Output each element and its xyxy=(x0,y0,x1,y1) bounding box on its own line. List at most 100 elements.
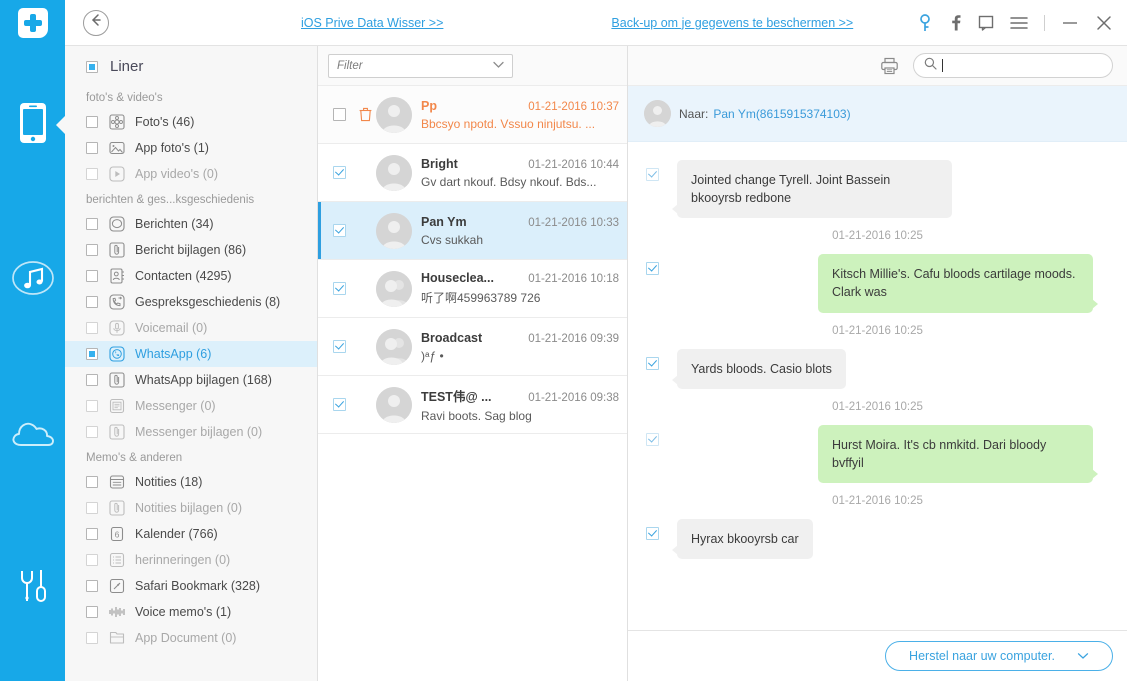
sidebar-item-voice-memos[interactable]: Voice memo's (1) xyxy=(65,599,317,625)
backup-link[interactable]: Back-up om je gegevens te beschermen >> xyxy=(611,16,853,30)
select-all-checkbox[interactable] xyxy=(86,60,98,73)
contact-name: Bright xyxy=(421,156,458,171)
bubble-checkbox[interactable] xyxy=(646,526,659,540)
chevron-down-icon[interactable] xyxy=(1077,649,1089,663)
bubble-checkbox[interactable] xyxy=(646,356,659,370)
chat-bubble-row[interactable]: Kitsch Millie's. Cafu bloods cartilage m… xyxy=(628,248,1127,313)
row-checkbox[interactable] xyxy=(332,340,346,353)
table-row[interactable]: Pp 01-21-2016 10:37 Bbcsyo npotd. Vssuo … xyxy=(318,86,627,144)
sidebar-item-whatsapp-bijlagen[interactable]: WhatsApp bijlagen (168) xyxy=(65,367,317,393)
row-checkbox[interactable] xyxy=(332,282,346,295)
back-button[interactable] xyxy=(83,9,109,36)
app-video-icon xyxy=(108,166,125,183)
row-checkbox[interactable] xyxy=(332,398,346,411)
sidebar-item-app-videos[interactable]: App video's (0) xyxy=(65,161,317,187)
menu-icon[interactable] xyxy=(1010,16,1028,30)
chat-footer: Herstel naar uw computer. xyxy=(628,630,1127,681)
trash-icon[interactable] xyxy=(354,107,376,122)
message-preview: )ᵃƒ • xyxy=(421,348,444,363)
chat-bubble-row[interactable]: Hyrax bkooyrsb car xyxy=(628,513,1127,559)
sidebar-checkbox[interactable] xyxy=(86,426,98,438)
sidebar-item-app-document[interactable]: App Document (0) xyxy=(65,625,317,651)
sidebar-item-label: Messenger bijlagen (0) xyxy=(135,425,263,439)
bubble-checkbox[interactable] xyxy=(646,432,659,446)
sidebar-item-label: Kalender (766) xyxy=(135,527,218,541)
sidebar-checkbox[interactable] xyxy=(86,528,98,540)
table-row[interactable]: Broadcast 01-21-2016 09:39 )ᵃƒ • xyxy=(318,318,627,376)
sidebar-checkbox[interactable] xyxy=(86,244,98,256)
sidebar-checkbox[interactable] xyxy=(86,142,98,154)
row-checkbox[interactable] xyxy=(332,108,346,121)
safari-bookmark-icon xyxy=(108,578,125,595)
key-icon[interactable] xyxy=(917,13,933,32)
sidebar-checkbox[interactable] xyxy=(86,348,98,360)
message-preview: Bbcsyo npotd. Vssuo ninjutsu. ... xyxy=(421,116,596,131)
sidebar-checkbox[interactable] xyxy=(86,632,98,644)
bubble-checkbox[interactable] xyxy=(646,262,659,276)
sidebar-item-fotos[interactable]: Foto's (46) xyxy=(65,109,317,135)
table-row[interactable]: Bright 01-21-2016 10:44 Gv dart nkouf. B… xyxy=(318,144,627,202)
sidebar-item-notities[interactable]: Notities (18) xyxy=(65,469,317,495)
print-icon[interactable] xyxy=(880,57,899,75)
sidebar-checkbox[interactable] xyxy=(86,400,98,412)
sidebar-item-bericht-bijlagen[interactable]: Bericht bijlagen (86) xyxy=(65,237,317,263)
row-checkbox[interactable] xyxy=(332,224,346,237)
sidebar-item-notities-bijlagen[interactable]: Notities bijlagen (0) xyxy=(65,495,317,521)
conversation-peer: Pan Ym(8615915374103) xyxy=(713,106,851,121)
sidebar-item-contacten[interactable]: Contacten (4295) xyxy=(65,263,317,289)
chevron-down-icon xyxy=(493,60,504,72)
sidebar-checkbox[interactable] xyxy=(86,580,98,592)
row-checkbox[interactable] xyxy=(332,166,346,179)
chat-messages[interactable]: Jointed change Tyrell. Joint Bassein bko… xyxy=(628,142,1127,630)
sidebar-checkbox[interactable] xyxy=(86,476,98,488)
facebook-icon[interactable] xyxy=(949,13,962,32)
contact-name: Pan Ym xyxy=(421,214,467,229)
filter-dropdown[interactable]: Filter xyxy=(328,53,513,78)
sidebar-item-label: Safari Bookmark (328) xyxy=(135,579,261,593)
chat-bubble-row[interactable]: Yards bloods. Casio blots xyxy=(628,343,1127,389)
sidebar-checkbox[interactable] xyxy=(86,296,98,308)
chat-bubble-row[interactable]: Jointed change Tyrell. Joint Bassein bko… xyxy=(628,154,1127,219)
restore-to-computer-button[interactable]: Herstel naar uw computer. xyxy=(885,641,1113,671)
sidebar-checkbox[interactable] xyxy=(86,218,98,230)
sidebar-checkbox[interactable] xyxy=(86,502,98,514)
chat-bubble-row[interactable]: Hurst Moira. It's cb nmkitd. Dari bloody… xyxy=(628,419,1127,483)
sidebar-item-messenger[interactable]: Messenger (0) xyxy=(65,393,317,419)
table-row[interactable]: Houseclea... 01-21-2016 10:18 听了啊4599637… xyxy=(318,260,627,318)
sidebar-item-kalender[interactable]: 6 Kalender (766) xyxy=(65,521,317,547)
message-icon[interactable] xyxy=(978,15,994,31)
sidebar-checkbox[interactable] xyxy=(86,374,98,386)
sidebar-item-whatsapp[interactable]: WhatsApp (6) xyxy=(65,341,317,367)
sidebar-item-safari-bookmark[interactable]: Safari Bookmark (328) xyxy=(65,573,317,599)
sidebar-item-gespreksgeschiedenis[interactable]: Gespreksgeschiedenis (8) xyxy=(65,289,317,315)
table-row[interactable]: Pan Ym 01-21-2016 10:33 Cvs sukkah xyxy=(318,202,627,260)
attachment-icon xyxy=(108,500,125,517)
app-logo xyxy=(0,0,65,46)
table-row[interactable]: TEST伟@ ... 01-21-2016 09:38 Ravi boots. … xyxy=(318,376,627,434)
rail-item-tools[interactable] xyxy=(0,557,65,623)
sidebar-checkbox[interactable] xyxy=(86,322,98,334)
sidebar-item-voicemail[interactable]: Voicemail (0) xyxy=(65,315,317,341)
sidebar-item-label: Berichten (34) xyxy=(135,217,214,231)
sidebar-item-app-fotos[interactable]: App foto's (1) xyxy=(65,135,317,161)
rail-item-phone[interactable] xyxy=(0,92,65,158)
minimize-icon[interactable] xyxy=(1061,16,1079,30)
sidebar-item-label: Notities (18) xyxy=(135,475,203,489)
sidebar-checkbox[interactable] xyxy=(86,116,98,128)
ios-private-data-eraser-link[interactable]: iOS Prive Data Wisser >> xyxy=(301,16,443,30)
rail-item-cloud[interactable] xyxy=(0,402,65,468)
contacts-icon xyxy=(108,268,125,285)
sidebar-item-herinneringen[interactable]: herinneringen (0) xyxy=(65,547,317,573)
conversation-list[interactable]: Pp 01-21-2016 10:37 Bbcsyo npotd. Vssuo … xyxy=(318,86,627,681)
rail-item-music[interactable] xyxy=(0,247,65,313)
bubble-checkbox[interactable] xyxy=(646,168,659,181)
sidebar-item-berichten[interactable]: Berichten (34) xyxy=(65,211,317,237)
sidebar-checkbox[interactable] xyxy=(86,554,98,566)
sidebar-item-messenger-bijlagen[interactable]: Messenger bijlagen (0) xyxy=(65,419,317,445)
sidebar-checkbox[interactable] xyxy=(86,606,98,618)
close-icon[interactable] xyxy=(1095,14,1113,32)
sidebar-checkbox[interactable] xyxy=(86,270,98,282)
sidebar-checkbox[interactable] xyxy=(86,168,98,180)
sidebar-item-label: WhatsApp bijlagen (168) xyxy=(135,373,272,387)
search-input[interactable] xyxy=(913,53,1113,78)
